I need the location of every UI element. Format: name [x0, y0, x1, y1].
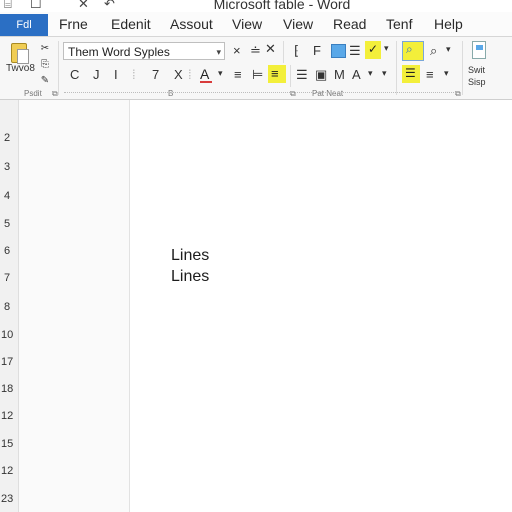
ribbon: Twvo8 ✂ ⎘ ✎ Psdit ⧉ Them Word Syples ▾ ×… — [0, 37, 512, 100]
subscript-button[interactable]: X — [174, 67, 183, 82]
underline-dropdown-icon[interactable]: ⁞ — [132, 67, 136, 82]
paste-button[interactable] — [8, 41, 32, 81]
ruler-number: 15 — [1, 438, 14, 450]
search-icon[interactable]: ⌕ — [430, 43, 437, 59]
select-icon[interactable]: ≡ — [426, 67, 434, 82]
ruler-number: 2 — [4, 132, 11, 144]
switch-label-2: Sisp — [468, 77, 486, 87]
window-title: Microsoft fable - Word — [213, 0, 351, 12]
ruler-number: 12 — [1, 410, 14, 422]
shading-button[interactable] — [331, 44, 346, 58]
vertical-ruler: 2 3 4 5 6 7 8 10 17 18 12 15 12 23 — [0, 100, 19, 512]
ruler-number: 10 — [1, 329, 14, 341]
chevron-down-icon: ▾ — [216, 47, 221, 57]
chevron-down-icon[interactable]: ▾ — [446, 44, 451, 55]
paste-icon-paper — [17, 49, 29, 64]
document-text-line[interactable]: Lines — [171, 247, 209, 265]
ruler-number: 12 — [1, 465, 14, 477]
switch-button[interactable] — [470, 41, 488, 61]
find-button[interactable]: ⌕ — [402, 41, 424, 61]
font-color-label: A — [200, 66, 210, 82]
copy-icon[interactable]: ⎘ — [38, 58, 52, 72]
title-bar: ⌸ ☐ ✕ ↶ Microsoft fable - Word — [0, 0, 512, 12]
tab-edenit[interactable]: Edenit — [111, 16, 151, 32]
clipboard-group-label: Psdit — [24, 89, 42, 98]
table-icon[interactable]: ▣ — [315, 67, 327, 83]
justify-button[interactable]: ≡ — [268, 65, 286, 83]
strikethrough-button[interactable]: 7 — [152, 67, 159, 82]
numbering-icon[interactable]: F — [313, 43, 321, 58]
marker-icon[interactable]: M — [334, 67, 345, 82]
tab-view-2[interactable]: View — [283, 16, 313, 32]
find-icon: ⌕ — [406, 42, 413, 56]
chevron-down-icon[interactable]: ▾ — [368, 68, 373, 79]
tab-assout[interactable]: Assout — [170, 16, 213, 32]
change-case-icon[interactable]: ≐ — [250, 43, 261, 59]
line-spacing-icon[interactable]: ☰ — [296, 67, 308, 83]
document-text-line[interactable]: Lines — [171, 268, 209, 286]
italic-button[interactable]: J — [93, 67, 100, 82]
divider: ⁞ — [188, 67, 192, 82]
underline-button[interactable]: I — [114, 67, 118, 82]
font-color-bar — [200, 81, 212, 83]
tab-read[interactable]: Read — [333, 16, 366, 32]
separator — [396, 41, 397, 95]
align-center-icon[interactable]: ⊨ — [252, 67, 263, 83]
font-name-value: Them Word Syples — [68, 45, 170, 59]
tab-file[interactable]: Fdl — [0, 14, 48, 36]
format-painter-icon[interactable]: ✎ — [38, 74, 52, 88]
chevron-down-icon[interactable]: ▾ — [384, 43, 389, 54]
list-icon: ☰ — [405, 66, 416, 80]
highlight-button[interactable]: ✓ — [365, 41, 381, 59]
chevron-down-icon[interactable]: ▾ — [444, 68, 449, 79]
paste-label: Twvo8 — [6, 63, 35, 74]
separator — [58, 41, 59, 95]
align-left-icon[interactable]: ≡ — [234, 67, 242, 82]
multilevel-list-icon[interactable]: ☰ — [349, 43, 361, 59]
chevron-down-icon[interactable]: ▾ — [382, 68, 387, 79]
grow-font-icon[interactable]: ✕ — [265, 41, 276, 57]
tab-view[interactable]: View — [232, 16, 262, 32]
font-name-dropdown[interactable]: Them Word Syples ▾ — [63, 42, 225, 60]
separator — [290, 65, 291, 87]
tab-help[interactable]: Help — [434, 16, 463, 32]
ribbon-group-ticks — [64, 92, 454, 94]
separator — [283, 41, 284, 63]
bullets-icon[interactable]: ⁅ — [294, 43, 299, 59]
ruler-number: 3 — [4, 161, 11, 173]
chevron-down-icon[interactable]: ▾ — [218, 68, 223, 79]
separator — [462, 41, 463, 95]
ruler-number: 5 — [4, 218, 11, 230]
styles-launcher-icon[interactable]: ⧉ — [455, 89, 461, 99]
clear-formatting-icon[interactable]: × — [233, 43, 241, 58]
font-color-button[interactable]: A — [200, 66, 214, 84]
page-margin-area — [19, 100, 130, 512]
replace-button[interactable]: ☰ — [402, 65, 420, 83]
document-page[interactable] — [130, 100, 512, 512]
ruler-number: 6 — [4, 245, 11, 257]
tab-tenf[interactable]: Tenf — [386, 16, 412, 32]
bold-button[interactable]: C — [70, 67, 79, 82]
document-icon-accent — [476, 45, 483, 50]
cut-icon[interactable]: ✂ — [38, 42, 52, 56]
check-icon: ✓ — [368, 42, 379, 56]
text-color-icon[interactable]: A — [352, 67, 361, 82]
ruler-number: 23 — [1, 493, 14, 505]
justify-icon: ≡ — [271, 66, 279, 81]
document-icon — [472, 41, 486, 59]
switch-label: Swit — [468, 65, 486, 75]
ribbon-tabs: Fdl Frne Edenit Assout View View Read Te… — [0, 12, 512, 37]
ruler-number: 4 — [4, 190, 11, 202]
clipboard-launcher-icon[interactable]: ⧉ — [52, 89, 58, 99]
ruler-number: 8 — [4, 301, 11, 313]
paragraph-launcher-icon[interactable]: ⧉ — [290, 89, 296, 99]
ruler-number: 18 — [1, 383, 14, 395]
ruler-number: 17 — [1, 356, 14, 368]
tab-frne[interactable]: Frne — [59, 16, 88, 32]
ruler-number: 7 — [4, 272, 11, 284]
